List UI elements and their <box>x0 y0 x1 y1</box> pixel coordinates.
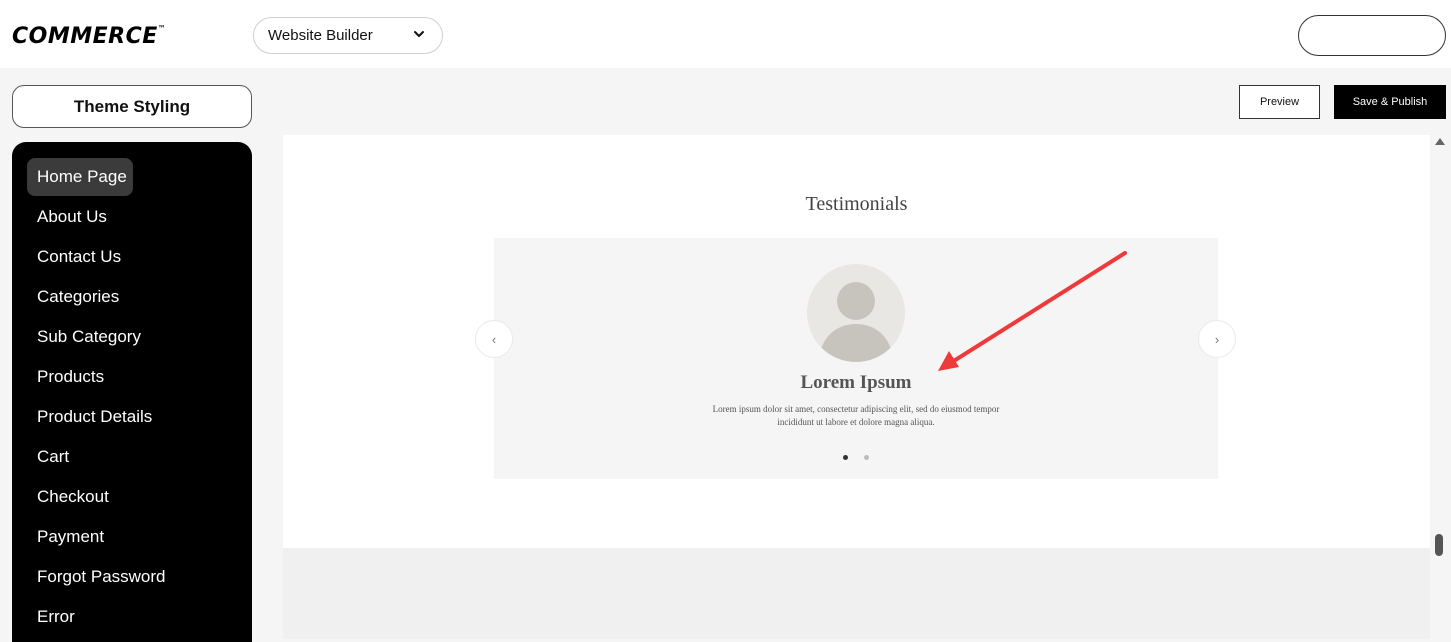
testimonial-card: Lorem Ipsum Lorem ipsum dolor sit amet, … <box>494 238 1218 479</box>
testimonials-title: Testimonials <box>805 193 908 215</box>
sidebar-item-cart[interactable]: Cart <box>27 438 252 476</box>
chevron-down-icon <box>414 31 424 37</box>
sidebar-item-about-us[interactable]: About Us <box>27 198 252 236</box>
scroll-up-arrow-icon[interactable] <box>1435 138 1445 145</box>
sidebar-item-checkout[interactable]: Checkout <box>27 478 252 516</box>
top-bar: COMMERCE™ Website Builder <box>0 0 1451 68</box>
carousel-dot-2[interactable] <box>864 455 869 460</box>
sidebar-item-products[interactable]: Products <box>27 358 252 396</box>
carousel-dots <box>494 455 1218 460</box>
site-select-label: Website Builder <box>268 27 373 44</box>
theme-styling-button[interactable]: Theme Styling <box>12 85 252 128</box>
sidebar-item-home-page[interactable]: Home Page <box>27 158 133 196</box>
page-preview-canvas: Testimonials Lorem Ipsum Lorem ipsum dol… <box>283 135 1430 639</box>
carousel-prev-button[interactable]: ‹ <box>475 320 513 358</box>
sidebar-item-sub-category[interactable]: Sub Category <box>27 318 252 356</box>
save-publish-button[interactable]: Save & Publish <box>1334 85 1446 119</box>
sidebar-item-payment[interactable]: Payment <box>27 518 252 556</box>
sidebar-item-product-details[interactable]: Product Details <box>27 398 252 436</box>
sidebar-item-categories[interactable]: Categories <box>27 278 252 316</box>
testimonial-name: Lorem Ipsum <box>800 372 912 393</box>
sidebar-item-forgot-password[interactable]: Forgot Password <box>27 558 252 596</box>
page-sidebar: Home Page About Us Contact Us Categories… <box>12 142 252 642</box>
testimonial-text: Lorem ipsum dolor sit amet, consectetur … <box>712 404 1000 427</box>
website-builder-select[interactable]: Website Builder <box>253 17 443 54</box>
avatar-placeholder-icon <box>807 264 905 362</box>
commerce-logo[interactable]: COMMERCE™ <box>12 24 166 49</box>
scrollbar-thumb[interactable] <box>1435 534 1443 556</box>
canvas-footer-section <box>283 548 1430 639</box>
sidebar-item-contact-us[interactable]: Contact Us <box>27 238 252 276</box>
carousel-dot-1[interactable] <box>843 455 848 460</box>
carousel-next-button[interactable]: › <box>1198 320 1236 358</box>
sidebar-item-error[interactable]: Error <box>27 598 252 636</box>
top-right-pill-button[interactable] <box>1298 15 1446 56</box>
preview-button[interactable]: Preview <box>1239 85 1320 119</box>
vertical-scrollbar[interactable] <box>1430 135 1451 639</box>
